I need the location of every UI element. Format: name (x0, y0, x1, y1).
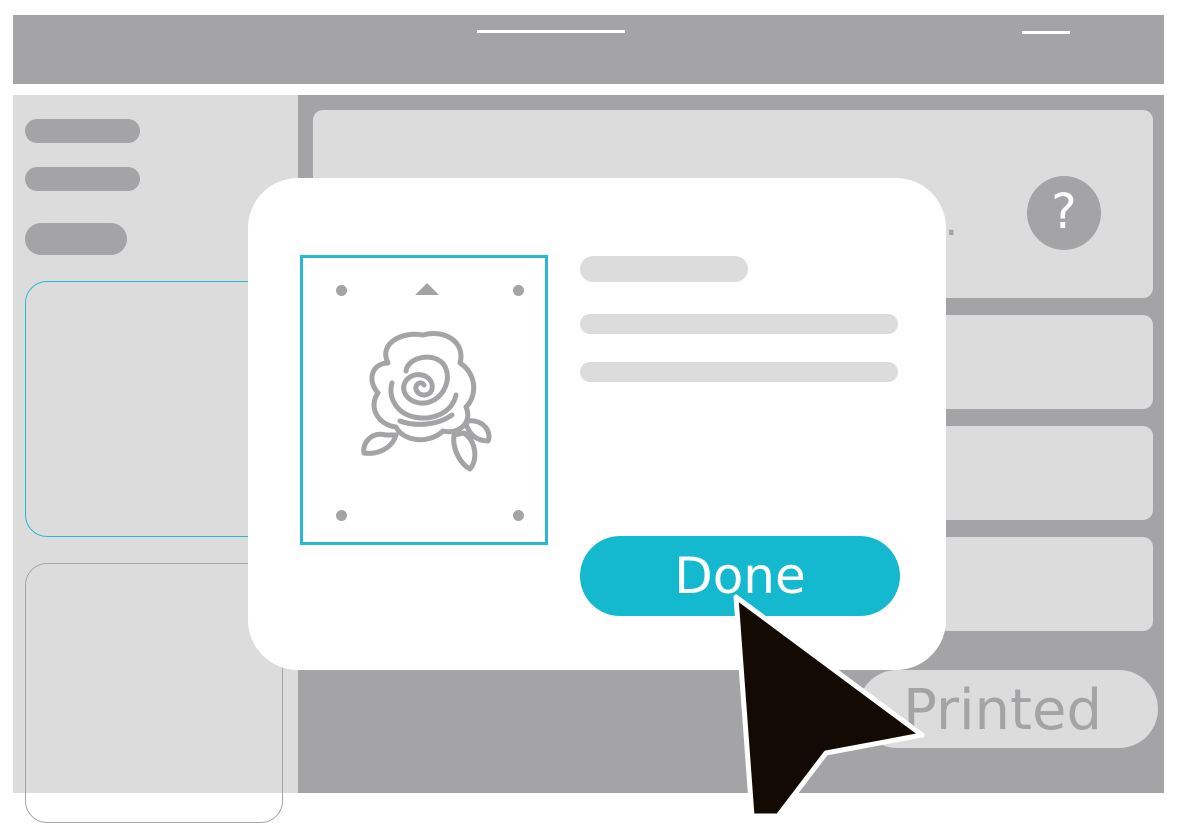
sidebar-card[interactable] (25, 563, 283, 823)
sidebar-item-placeholder[interactable] (25, 119, 140, 143)
registration-mark-icon (336, 285, 347, 296)
dialog-title-placeholder (580, 256, 748, 282)
orientation-arrow-icon (415, 283, 439, 295)
print-preview (300, 255, 548, 545)
minimize-icon[interactable] (1022, 31, 1070, 34)
dialog-text-placeholder (580, 362, 898, 382)
sidebar-button-placeholder[interactable] (25, 223, 127, 255)
rose-icon (361, 331, 492, 472)
registration-mark-icon (336, 510, 347, 521)
registration-mark-icon (513, 285, 524, 296)
top-bar (13, 15, 1164, 84)
dialog-text-placeholder (580, 314, 898, 334)
title-placeholder-line (477, 30, 625, 33)
mouse-pointer-icon (733, 594, 925, 816)
registration-mark-icon (513, 510, 524, 521)
sidebar-item-placeholder[interactable] (25, 167, 140, 191)
help-button[interactable]: ? (1027, 176, 1101, 250)
